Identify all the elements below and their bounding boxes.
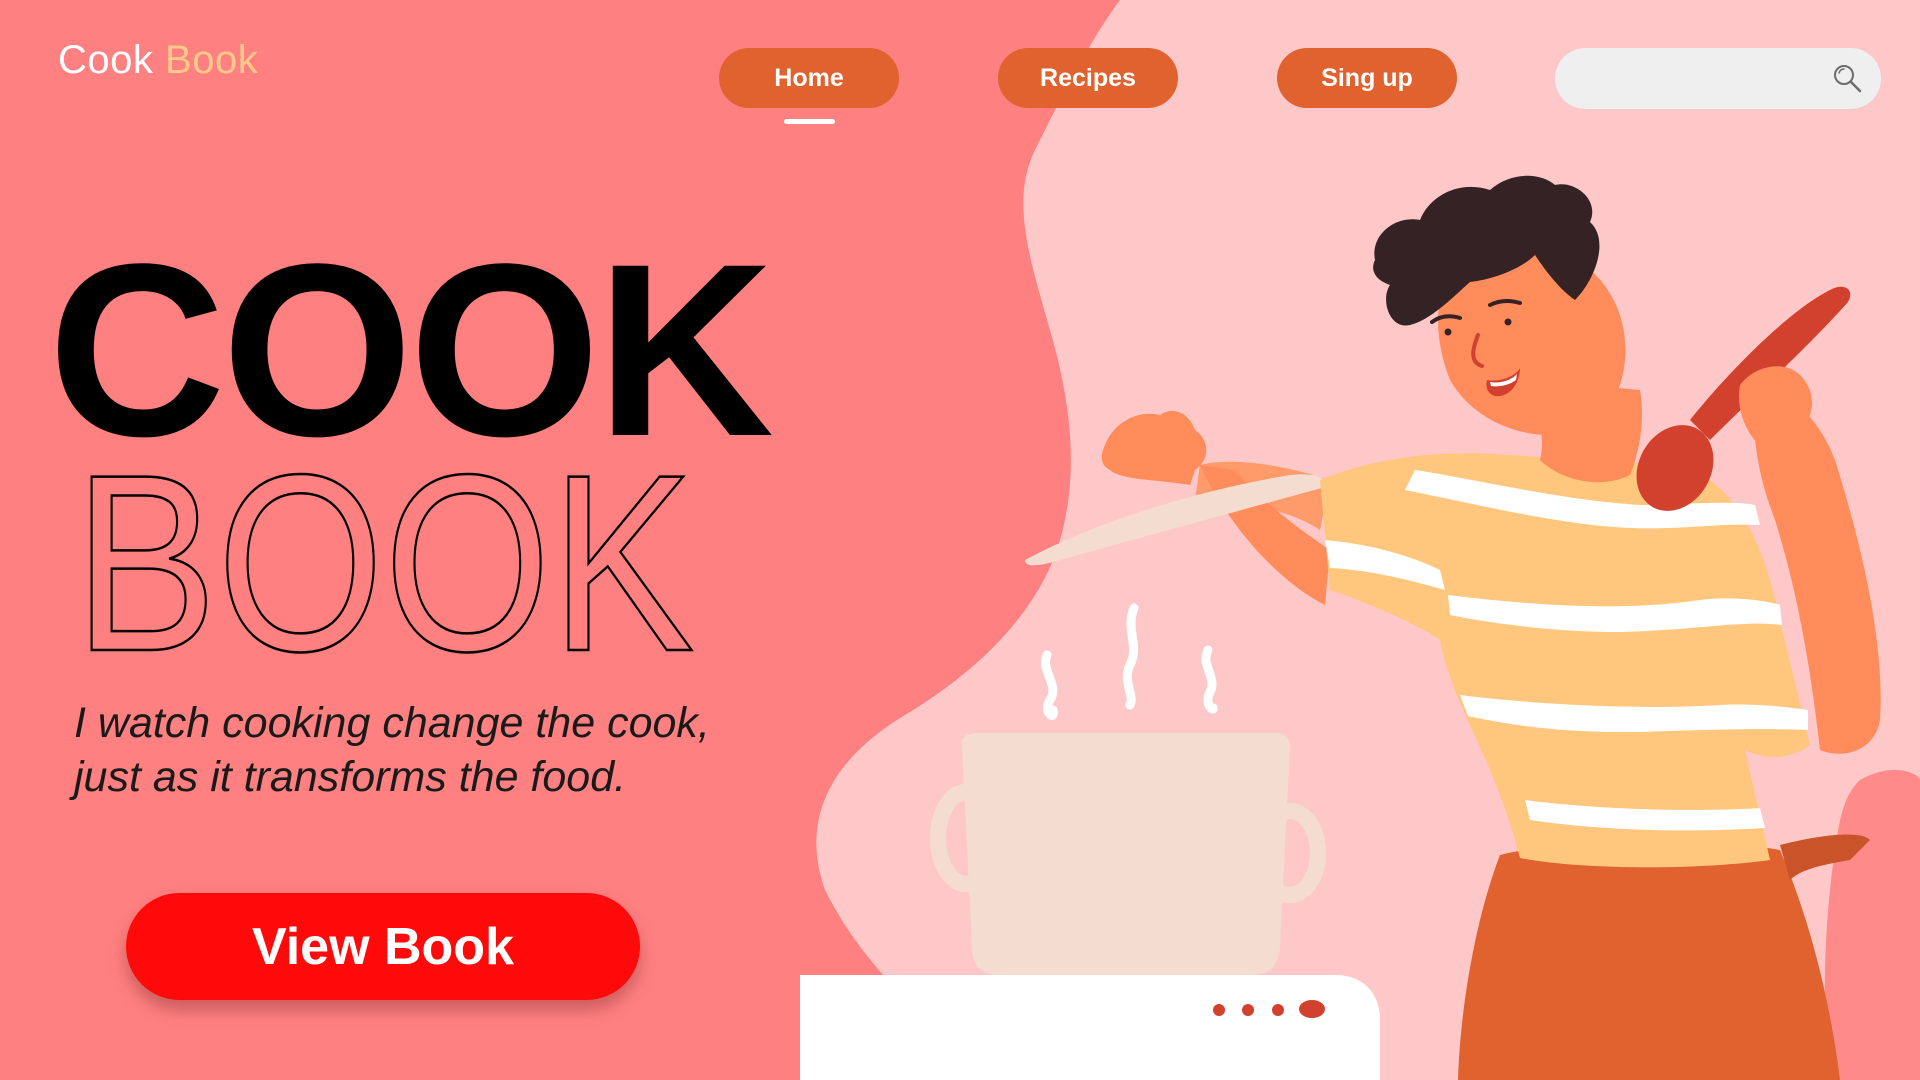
search-icon[interactable] bbox=[1831, 62, 1863, 94]
cooking-pot bbox=[930, 733, 1326, 975]
nav-signup-button[interactable]: Sing up bbox=[1277, 48, 1457, 108]
tagline-line-1: I watch cooking change the cook, bbox=[74, 699, 710, 747]
brand-logo[interactable]: Cook Book bbox=[58, 38, 258, 83]
nav-recipes-button[interactable]: Recipes bbox=[998, 48, 1178, 108]
hero-title-bold: COOK bbox=[48, 213, 774, 488]
hero-title-outline-text: BOOK bbox=[74, 466, 694, 658]
search-input[interactable] bbox=[1579, 58, 1813, 100]
view-book-button[interactable]: View Book bbox=[126, 893, 640, 1000]
nav-home-button[interactable]: Home bbox=[719, 48, 899, 108]
brand-name-accent: Book bbox=[165, 38, 259, 82]
skirt bbox=[1458, 840, 1840, 1080]
tagline-line-2: just as it transforms the food. bbox=[74, 753, 627, 801]
search-bar bbox=[1555, 48, 1881, 109]
nav-active-indicator bbox=[784, 119, 835, 124]
brand-name-primary: Cook bbox=[58, 38, 154, 82]
hero-tagline: I watch cooking change the cook, just as… bbox=[74, 696, 710, 804]
hero-title-outline: BOOK bbox=[74, 466, 695, 658]
stove bbox=[800, 975, 1380, 1080]
landing-page: Cook Book Home Recipes Sing up COOK BOOK… bbox=[0, 0, 1920, 1080]
